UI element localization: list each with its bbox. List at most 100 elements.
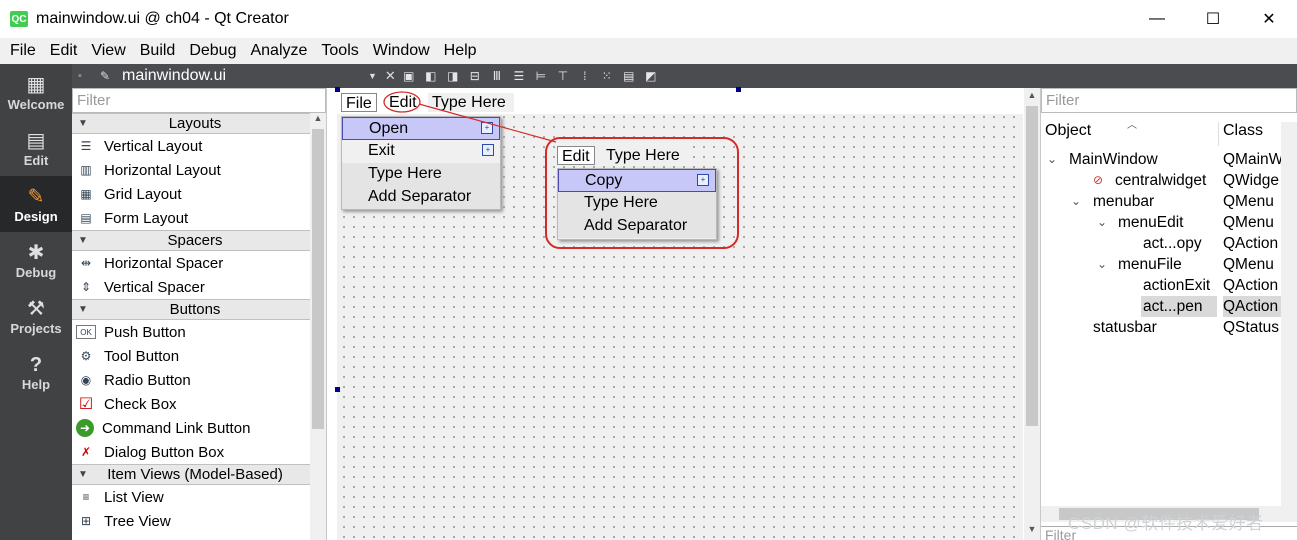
layout-horizontal-splitter-icon[interactable]: ⊨ bbox=[532, 67, 550, 85]
widget-item[interactable]: ≡ List View bbox=[72, 485, 310, 509]
widget-item[interactable]: ⇹ Horizontal Spacer bbox=[72, 251, 310, 275]
widget-filter-input[interactable]: Filter bbox=[72, 88, 326, 113]
scrollbar-thumb[interactable] bbox=[312, 129, 324, 429]
tree-row[interactable]: actionExit QAction bbox=[1041, 275, 1281, 296]
break-layout-icon[interactable]: ▤ bbox=[620, 67, 638, 85]
widget-item[interactable]: ▦ bbox=[72, 533, 310, 540]
callout-menu-edit[interactable]: Edit bbox=[557, 146, 595, 165]
selection-handle[interactable] bbox=[335, 387, 340, 392]
tree-row[interactable]: ⊘ centralwidget QWidge bbox=[1041, 170, 1281, 191]
widget-item[interactable]: ◉ Radio Button bbox=[72, 368, 310, 392]
chevron-down-icon[interactable]: ▼ bbox=[368, 71, 377, 81]
menu-type-here[interactable]: Type Here bbox=[558, 192, 716, 215]
submenu-icon[interactable]: + bbox=[697, 174, 709, 186]
widget-item[interactable]: OK Push Button bbox=[72, 320, 310, 344]
callout-menu-type-here[interactable]: Type Here bbox=[602, 146, 690, 165]
mode-debug[interactable]: ✱ Debug bbox=[0, 232, 72, 288]
menu-action-copy[interactable]: Copy + bbox=[558, 169, 716, 192]
category-item-views[interactable]: ▼ Item Views (Model-Based) bbox=[72, 464, 310, 485]
scroll-up-icon[interactable]: ▲ bbox=[1024, 90, 1040, 100]
minimize-button[interactable]: — bbox=[1129, 0, 1185, 38]
widget-item[interactable]: ▤ Form Layout bbox=[72, 206, 310, 230]
layout-vertical-icon[interactable]: ☰ bbox=[510, 67, 528, 85]
chevron-down-icon: ▼ bbox=[78, 304, 88, 315]
menu-window[interactable]: Window bbox=[366, 42, 437, 60]
mode-edit[interactable]: ▤ Edit bbox=[0, 120, 72, 176]
scroll-down-icon[interactable]: ▼ bbox=[1024, 524, 1040, 534]
edit-signals-slots-icon[interactable]: ◧ bbox=[422, 67, 440, 85]
close-document-icon[interactable]: ✕ bbox=[385, 68, 396, 84]
form-menu-file[interactable]: File bbox=[341, 93, 377, 112]
object-inspector-scrollbar[interactable] bbox=[1281, 122, 1297, 522]
form-menu-edit[interactable]: Edit bbox=[385, 93, 421, 112]
menu-type-here[interactable]: Type Here bbox=[342, 163, 500, 186]
close-button[interactable]: ✕ bbox=[1241, 0, 1297, 38]
column-label: Object bbox=[1045, 122, 1092, 139]
widget-item[interactable]: ➜ Command Link Button bbox=[72, 416, 310, 440]
widget-item[interactable]: ✗ Dialog Button Box bbox=[72, 440, 310, 464]
tree-row[interactable]: ⌄ menuEdit QMenu bbox=[1041, 212, 1281, 233]
layout-horizontal-icon[interactable]: Ⅲ bbox=[488, 67, 506, 85]
widget-item[interactable]: ⚙ Tool Button bbox=[72, 344, 310, 368]
widget-box: Filter ▼ Layouts ☰ Vertical Layout ▥ Horiz… bbox=[72, 88, 327, 540]
object-filter-input[interactable]: Filter bbox=[1041, 88, 1297, 113]
menu-tools[interactable]: Tools bbox=[314, 42, 365, 60]
tree-row[interactable]: ⌄ menuFile QMenu bbox=[1041, 254, 1281, 275]
scrollbar-thumb[interactable] bbox=[1026, 106, 1038, 426]
tree-row[interactable]: ⌄ MainWindow QMainW bbox=[1041, 149, 1281, 170]
tree-row[interactable]: statusbar QStatus bbox=[1041, 317, 1281, 338]
tree-row-selected[interactable]: act...pen QAction bbox=[1041, 296, 1281, 317]
menu-action-exit[interactable]: Exit + bbox=[342, 140, 500, 163]
class-name: QMenu bbox=[1223, 256, 1274, 273]
menu-view[interactable]: View bbox=[84, 42, 132, 60]
menu-add-separator[interactable]: Add Separator bbox=[558, 215, 716, 238]
widget-item[interactable]: ⊞ Tree View bbox=[72, 509, 310, 533]
scroll-up-icon[interactable]: ▲ bbox=[310, 113, 326, 123]
object-name: statusbar bbox=[1093, 319, 1157, 336]
selection-handle[interactable] bbox=[335, 87, 340, 92]
mode-projects[interactable]: ⚒ Projects bbox=[0, 288, 72, 344]
widget-item[interactable]: ▦ Grid Layout bbox=[72, 182, 310, 206]
maximize-button[interactable]: ☐ bbox=[1185, 0, 1241, 38]
layout-vertical-splitter-icon[interactable]: ⊤ bbox=[554, 67, 572, 85]
menu-help[interactable]: Help bbox=[437, 42, 484, 60]
layout-grid-icon[interactable]: ⁙ bbox=[598, 67, 616, 85]
open-document-combo[interactable]: mainwindow.ui bbox=[122, 67, 364, 85]
widget-item[interactable]: ▥ Horizontal Layout bbox=[72, 158, 310, 182]
canvas-scrollbar[interactable]: ▲ ▼ bbox=[1024, 88, 1040, 540]
widget-item[interactable]: ⇕ Vertical Spacer bbox=[72, 275, 310, 299]
submenu-icon[interactable]: + bbox=[482, 144, 494, 156]
category-spacers[interactable]: ▼ Spacers bbox=[72, 230, 310, 251]
menu-edit[interactable]: Edit bbox=[43, 42, 85, 60]
widget-box-scrollbar[interactable]: ▲ bbox=[310, 113, 326, 540]
mode-welcome[interactable]: ▦ Welcome bbox=[0, 64, 72, 120]
submenu-icon[interactable]: + bbox=[481, 122, 493, 134]
mode-help[interactable]: ? Help bbox=[0, 344, 72, 400]
list-view-icon: ≡ bbox=[82, 490, 90, 504]
mode-design[interactable]: ✎ Design bbox=[0, 176, 72, 232]
menu-add-separator[interactable]: Add Separator bbox=[342, 186, 500, 209]
tree-row[interactable]: ⌄ menubar QMenu bbox=[1041, 191, 1281, 212]
widget-item[interactable]: ☰ Vertical Layout bbox=[72, 134, 310, 158]
menu-file[interactable]: File bbox=[3, 42, 43, 60]
tree-row[interactable]: act...opy QAction bbox=[1041, 233, 1281, 254]
column-object[interactable]: ︿ Object bbox=[1041, 120, 1219, 146]
title-bar: QC mainwindow.ui @ ch04 - Qt Creator — ☐… bbox=[0, 0, 1297, 38]
edit-buddies-icon[interactable]: ◨ bbox=[444, 67, 462, 85]
edit-widgets-icon[interactable]: ▣ bbox=[400, 67, 418, 85]
menu-debug[interactable]: Debug bbox=[182, 42, 243, 60]
category-layouts[interactable]: ▼ Layouts bbox=[72, 113, 310, 134]
column-class[interactable]: Class bbox=[1219, 122, 1263, 146]
widget-item[interactable]: ☑ Check Box bbox=[72, 392, 310, 416]
edit-tab-order-icon[interactable]: ⊟ bbox=[466, 67, 484, 85]
layout-form-icon[interactable]: ⁞ bbox=[576, 67, 594, 85]
form-menu-type-here[interactable]: Type Here bbox=[428, 93, 514, 112]
selection-handle[interactable] bbox=[736, 87, 741, 92]
menu-action-open[interactable]: Open + bbox=[342, 117, 500, 140]
menu-build[interactable]: Build bbox=[133, 42, 183, 60]
window-controls: — ☐ ✕ bbox=[1129, 0, 1297, 38]
category-buttons[interactable]: ▼ Buttons bbox=[72, 299, 310, 320]
menu-analyze[interactable]: Analyze bbox=[243, 42, 314, 60]
object-name: menuFile bbox=[1118, 256, 1182, 273]
adjust-size-icon[interactable]: ◩ bbox=[642, 67, 660, 85]
